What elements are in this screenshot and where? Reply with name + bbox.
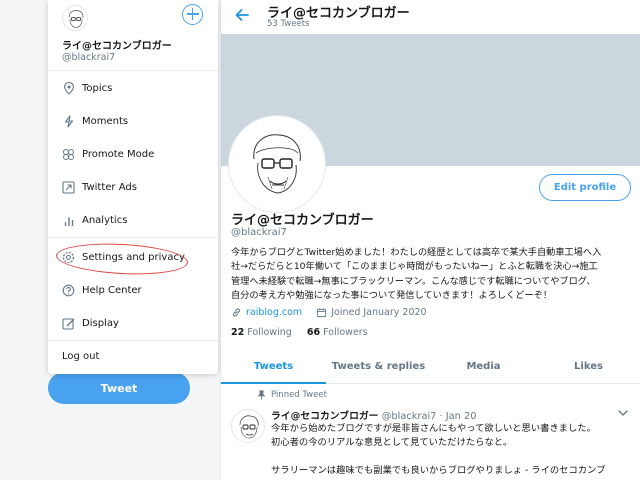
pin-icon <box>257 390 266 400</box>
menu-item-label: Twitter Ads <box>82 181 137 193</box>
profile-handle: @blackrai7 <box>231 227 287 238</box>
menu-account-handle: @blackrai7 <box>62 52 116 63</box>
pinned-label-text: Pinned Tweet <box>271 390 327 400</box>
twitter-ads-icon <box>62 180 75 194</box>
tab-tweets[interactable]: Tweets <box>221 350 326 384</box>
menu-divider <box>48 70 218 71</box>
bio-line: 管理へ未経験で転職→無事にブラックリーマン。こんな感じです転職についてやブログ、 <box>231 275 596 287</box>
menu-item-display[interactable]: Display <box>62 314 119 332</box>
menu-divider <box>48 340 218 341</box>
menu-item-label: Analytics <box>82 214 128 226</box>
followers-label: Followers <box>323 327 368 338</box>
followers-link[interactable]: 66 Followers <box>307 327 368 338</box>
moments-icon <box>62 114 75 128</box>
sketch-face-icon <box>68 10 84 28</box>
menu-item-twitter-ads[interactable]: Twitter Ads <box>62 178 137 196</box>
bio-line: 自分の考え方や勉強になった事について発信していきます！よろしくどーぞ！ <box>231 289 553 301</box>
edit-profile-button[interactable]: Edit profile <box>539 174 631 201</box>
back-arrow-icon[interactable] <box>233 6 251 24</box>
profile-tabs: Tweets Tweets & replies Media Likes <box>221 350 640 384</box>
followers-count: 66 <box>306 327 321 338</box>
following-label: Following <box>247 327 292 338</box>
menu-item-label: Promote Mode <box>82 148 155 160</box>
menu-item-settings-and-privacy[interactable]: Settings and privacy <box>62 248 185 266</box>
profile-column: ライ@セコカンブロガー 53 Tweets Edit profile ライ@セコ… <box>220 0 640 480</box>
tweet-line: 今年から始めたブログですが是非皆さんにもやって欲しいと思い書きました。 <box>271 423 596 434</box>
bio-line: 今年からブログとTwitter始めました！わたしの経歴としては高卒で某大手自動車… <box>231 247 602 258</box>
promote-mode-icon <box>62 148 75 161</box>
following-link[interactable]: 22 Following <box>231 327 292 338</box>
calendar-icon <box>317 308 327 318</box>
tab-media[interactable]: Media <box>431 350 536 383</box>
profile-name: ライ@セコカンブロガー <box>231 213 374 228</box>
menu-item-label: Topics <box>82 82 113 94</box>
profile-bio: 今年からブログとTwitter始めました！わたしの経歴としては高卒で某大手自動車… <box>231 246 635 303</box>
menu-account-name: ライ@セコカンブロガー <box>62 41 172 52</box>
menu-item-topics[interactable]: Topics <box>62 79 112 97</box>
pinned-tweet-label: Pinned Tweet <box>257 390 327 400</box>
website-link[interactable]: raiblog.com <box>246 307 302 318</box>
tweet-date[interactable]: · Jan 20 <box>440 411 477 422</box>
menu-item-promote-mode[interactable]: Promote Mode <box>62 145 154 163</box>
tweet-avatar[interactable] <box>231 409 265 443</box>
add-account-icon[interactable] <box>182 4 203 25</box>
display-icon <box>62 317 75 330</box>
topics-icon <box>62 81 75 95</box>
menu-divider <box>48 237 218 238</box>
joined-date: Joined January 2020 <box>331 307 427 318</box>
profile-avatar[interactable] <box>229 116 325 212</box>
tweet-button[interactable]: Tweet <box>48 372 190 404</box>
tab-tweets-and-replies[interactable]: Tweets & replies <box>326 350 431 383</box>
bio-line: 社→だらだらと10年働いて「このままじゃ時間がもったいねー」とふと転職を決心→施… <box>231 261 598 273</box>
twitter-profile-page: Tweet ライ@セコカンブロガー 53 Tweets Edit profile <box>0 0 640 480</box>
account-menu: ライ@セコカンブロガー @blackrai7 Topics Moments Pr… <box>48 0 218 374</box>
help-icon <box>62 284 75 297</box>
tweet-header: ライ@セコカンブロガー @blackrai7 · Jan 20 <box>271 408 476 422</box>
menu-item-label: Moments <box>82 115 129 127</box>
tab-likes[interactable]: Likes <box>536 350 640 383</box>
tweet-line <box>271 450 631 464</box>
follow-stats: 22 Following 66 Followers <box>231 327 368 338</box>
sketch-face-icon <box>239 415 259 439</box>
menu-avatar[interactable] <box>62 5 88 31</box>
tweet-author-handle[interactable]: @blackrai7 <box>382 411 437 422</box>
menu-item-label: Display <box>82 317 119 329</box>
tweet-text: 今年から始めたブログですが是非皆さんにもやって欲しいと思い書きました。 初心者の… <box>271 422 631 478</box>
sketch-face-icon <box>253 134 301 194</box>
menu-item-analytics[interactable]: Analytics <box>62 211 127 229</box>
profile-header-bar: ライ@セコカンブロガー 53 Tweets <box>221 0 640 34</box>
log-out-button[interactable]: Log out <box>62 351 99 362</box>
menu-item-label: Help Center <box>82 284 142 296</box>
menu-item-label: Settings and privacy <box>82 251 185 263</box>
header-tweet-count: 53 Tweets <box>267 19 310 29</box>
menu-item-help-center[interactable]: Help Center <box>62 281 142 299</box>
link-icon <box>232 308 241 317</box>
following-count: 22 <box>231 327 245 338</box>
chevron-down-icon[interactable] <box>617 408 629 418</box>
menu-item-moments[interactable]: Moments <box>62 112 128 130</box>
tweet-line: サラリーマンは趣味でも副業でも良いからブログやりましょ - ライのセコカンブ <box>271 465 606 476</box>
analytics-icon <box>62 214 75 227</box>
gear-icon <box>62 251 75 264</box>
tweet-author-name[interactable]: ライ@セコカンブロガー <box>271 411 378 422</box>
profile-meta: raiblog.com Joined January 2020 <box>231 307 427 318</box>
tweet-line: 初心者の今のリアルな意見として見ていただけたらなと。 <box>271 437 513 448</box>
